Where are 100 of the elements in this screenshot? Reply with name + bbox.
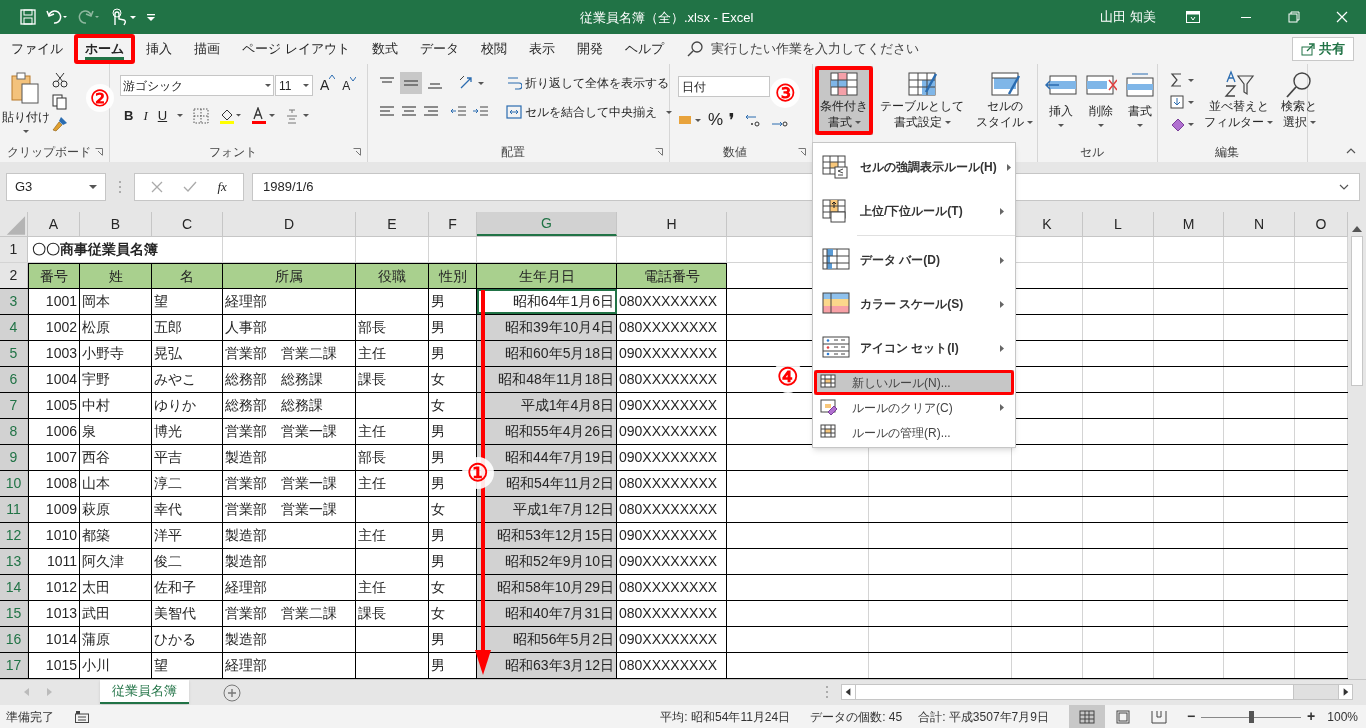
menu-item[interactable]: アイコン セット(I)	[814, 326, 1014, 370]
caret-icon[interactable]	[177, 114, 184, 118]
row-header[interactable]: 14	[0, 575, 28, 600]
search-icon[interactable]	[686, 41, 703, 57]
column-header[interactable]: C	[152, 212, 223, 236]
row-header[interactable]: 12	[0, 523, 28, 548]
scrollbar-thumb[interactable]	[1351, 236, 1363, 386]
editing-button[interactable]: 並べ替えと フィルター	[1204, 70, 1273, 142]
add-sheet-icon[interactable]	[223, 684, 241, 702]
zoom-in-button[interactable]: +	[1307, 706, 1316, 727]
dialog-launcher-icon[interactable]	[798, 148, 806, 156]
grow-font-button[interactable]: A	[320, 75, 336, 96]
macro-icon[interactable]	[75, 710, 89, 723]
collapse-ribbon-icon[interactable]	[1346, 148, 1356, 154]
align-middle-button[interactable]	[400, 72, 422, 94]
zoom-slider[interactable]	[1201, 710, 1302, 723]
row-header[interactable]: 3	[0, 289, 28, 314]
row-header[interactable]: 4	[0, 315, 28, 340]
scrollbar-thumb[interactable]	[856, 685, 1294, 699]
style-button[interactable]: テーブルとして 書式設定	[875, 66, 969, 135]
column-header[interactable]: H	[617, 212, 727, 236]
column-header[interactable]: E	[356, 212, 429, 236]
menu-item[interactable]: ルールの管理(R)...	[814, 420, 1014, 445]
scroll-right-icon[interactable]	[1338, 685, 1352, 699]
italic-button[interactable]: I	[143, 106, 148, 126]
restore-icon[interactable]	[1288, 11, 1300, 23]
undo-icon[interactable]	[46, 9, 68, 25]
cells-button[interactable]: 削除	[1083, 72, 1118, 142]
ribbon-tab[interactable]: 描画	[183, 34, 231, 64]
shrink-font-button[interactable]: A	[342, 76, 357, 95]
merge-center-button[interactable]: セルを結合して中央揃え	[506, 103, 672, 121]
clear-icon[interactable]	[1170, 116, 1196, 132]
row-header[interactable]: 2	[0, 263, 28, 288]
underline-button[interactable]: U	[157, 106, 168, 126]
row-header[interactable]: 16	[0, 627, 28, 652]
row-header[interactable]: 6	[0, 367, 28, 392]
autosum-icon[interactable]	[1170, 72, 1196, 88]
editing-button[interactable]: 検索と 選択	[1281, 70, 1317, 142]
row-header[interactable]: 10	[0, 471, 28, 496]
ribbon-tab[interactable]: 開発	[565, 34, 614, 64]
ribbon-tab[interactable]: ファイル	[0, 34, 74, 64]
dialog-launcher-icon[interactable]	[353, 148, 361, 156]
bold-button[interactable]: B	[124, 106, 134, 126]
font-color-icon[interactable]	[251, 106, 276, 125]
font-size-field[interactable]: 11	[275, 75, 313, 96]
ribbon-tab[interactable]: 表示	[517, 34, 566, 64]
column-header[interactable]: N	[1224, 212, 1295, 236]
ribbon-tab[interactable]: データ	[408, 34, 470, 64]
column-header[interactable]: A	[28, 212, 80, 236]
insert-function-button[interactable]: fx	[217, 177, 227, 197]
customize-icon[interactable]	[146, 12, 156, 22]
share-button[interactable]: 共有	[1292, 37, 1354, 61]
row-header[interactable]: 7	[0, 393, 28, 418]
sheet-tab[interactable]: 従業員名簿	[100, 680, 189, 704]
menu-item[interactable]: 新しいルール(N)...	[814, 370, 1014, 395]
ribbon-tab[interactable]: ヘルプ	[613, 34, 675, 64]
horizontal-scrollbar[interactable]	[841, 684, 1353, 700]
row-header[interactable]: 8	[0, 419, 28, 444]
font-name-field[interactable]: 游ゴシック	[120, 75, 274, 96]
percent-button[interactable]: %	[708, 107, 724, 133]
ribbon-tab[interactable]: ページ レイアウト	[231, 34, 361, 64]
tell-me-field[interactable]: 実行したい作業を入力してください	[710, 39, 919, 59]
paste-button[interactable]: 貼り付け	[0, 64, 52, 142]
close-icon[interactable]	[1336, 11, 1348, 23]
zoom-out-button[interactable]: −	[1186, 706, 1196, 727]
scroll-left-icon[interactable]	[842, 685, 856, 699]
ribbon-tab[interactable]: 数式	[360, 34, 409, 64]
ribbon-tab[interactable]: ホーム	[74, 34, 135, 64]
zoom-slider-thumb[interactable]	[1248, 710, 1254, 723]
column-header[interactable]: L	[1083, 212, 1154, 236]
row-header[interactable]: 9	[0, 445, 28, 470]
brush-icon[interactable]	[52, 116, 68, 132]
column-header[interactable]: M	[1154, 212, 1224, 236]
redo-icon[interactable]	[78, 9, 100, 25]
save-icon[interactable]	[20, 9, 36, 25]
ribbon-display-icon[interactable]	[1186, 11, 1200, 23]
row-header[interactable]: 1	[0, 237, 28, 262]
column-header[interactable]: B	[80, 212, 152, 236]
style-button[interactable]: 条件付き 書式	[815, 66, 873, 135]
menu-item[interactable]: ルールのクリア(C)	[814, 395, 1014, 420]
row-header[interactable]: 11	[0, 497, 28, 522]
cut-icon[interactable]	[52, 72, 68, 88]
column-header[interactable]: G	[477, 212, 617, 236]
dialog-launcher-icon[interactable]	[95, 148, 103, 156]
menu-item[interactable]: カラー スケール(S)	[814, 282, 1014, 326]
borders-icon[interactable]	[193, 107, 210, 124]
column-header[interactable]: D	[223, 212, 356, 236]
cells-button[interactable]: 挿入	[1044, 72, 1078, 142]
touch-mode-icon[interactable]	[110, 8, 136, 26]
fill-icon[interactable]	[1170, 94, 1196, 110]
number-format-field[interactable]: 日付	[678, 76, 770, 97]
scroll-up-icon[interactable]	[1352, 226, 1362, 232]
dialog-launcher-icon[interactable]	[655, 148, 663, 156]
cells-button[interactable]: 書式	[1123, 72, 1157, 142]
wrap-text-button[interactable]: 折り返して全体を表示する	[506, 74, 669, 92]
style-button[interactable]: セルの スタイル	[971, 66, 1038, 135]
menu-item[interactable]: データ バー(D)	[814, 238, 1014, 282]
view-button[interactable]	[1068, 705, 1105, 728]
comma-button[interactable]: ❜	[729, 107, 735, 132]
row-header[interactable]: 13	[0, 549, 28, 574]
